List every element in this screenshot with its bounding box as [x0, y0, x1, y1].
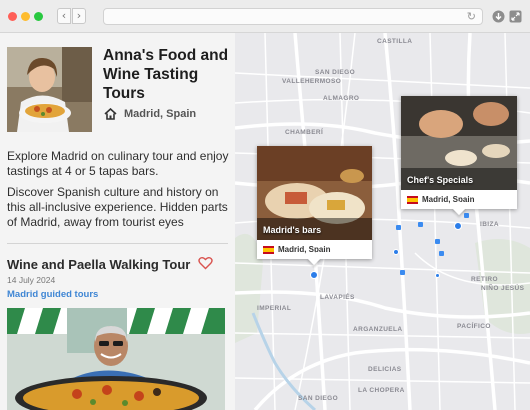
- minimize-window-button[interactable]: [21, 12, 30, 21]
- tour-title-line: Wine Tasting: [103, 66, 199, 83]
- map-card[interactable]: Madrid's bars Madrid, Spain: [257, 146, 372, 266]
- post-date: 14 July 2024: [7, 275, 56, 285]
- tour-details-panel: Anna's Food and Wine Tasting Tours Madri…: [0, 33, 235, 410]
- post-category-link[interactable]: Madrid guided tours: [7, 289, 98, 300]
- zoom-window-button[interactable]: [34, 12, 43, 21]
- address-bar[interactable]: ↻: [103, 8, 483, 25]
- map-label: LA CHOPERA: [358, 387, 405, 394]
- tour-location-text: Madrid, Spain: [124, 108, 197, 120]
- map-label: NIÑO JESÚS: [481, 285, 525, 292]
- download-icon[interactable]: [492, 10, 505, 23]
- tour-description-paragraph: Discover Spanish culture and history on …: [7, 185, 228, 229]
- tour-title: Anna's Food and Wine Tasting Tours: [103, 46, 233, 103]
- card-location: Madrid, Spain: [407, 195, 474, 204]
- map-label: IBIZA: [480, 221, 499, 228]
- map-label: SAN DIEGO: [315, 69, 356, 76]
- tour-description-paragraph: Explore Madrid on culinary tour and enjo…: [7, 149, 229, 178]
- spain-flag-icon: [263, 245, 274, 254]
- map-marker[interactable]: [393, 249, 399, 255]
- close-window-button[interactable]: [8, 12, 17, 21]
- tour-title-line: Tours: [103, 85, 145, 102]
- map-marker[interactable]: [310, 271, 318, 279]
- map-label: VALLEHERMOSO: [282, 78, 342, 85]
- map-poi[interactable]: [396, 225, 401, 230]
- spain-flag-icon: [407, 195, 418, 204]
- map-marker[interactable]: [454, 222, 462, 230]
- map-label: SAN DIEGO: [298, 395, 339, 402]
- map-label: CASTILLA: [377, 38, 413, 45]
- tour-description: Explore Madrid on culinary tour and enjo…: [7, 149, 231, 236]
- card-location: Madrid, Spain: [263, 245, 330, 254]
- heart-icon[interactable]: [198, 256, 213, 270]
- map-card[interactable]: Chef's Specials Madrid, Spain: [401, 96, 517, 216]
- expand-icon[interactable]: [509, 10, 522, 23]
- forward-button[interactable]: ›: [72, 8, 86, 24]
- tour-location: Madrid, Spain: [104, 108, 196, 120]
- map-view[interactable]: SAN DIEGO VALLEHERMOSO ALMAGRO CHAMBERÍ …: [235, 33, 530, 410]
- reload-icon[interactable]: ↻: [467, 10, 476, 23]
- post-photo[interactable]: [7, 308, 225, 410]
- guide-photo: [7, 47, 92, 132]
- back-button[interactable]: ‹: [57, 8, 71, 24]
- browser-toolbar: ‹ › ↻: [0, 0, 530, 33]
- tour-title-line: Anna's Food and: [103, 47, 229, 64]
- map-label: ARGANZUELA: [353, 326, 403, 333]
- map-poi[interactable]: [435, 239, 440, 244]
- map-poi[interactable]: [400, 270, 405, 275]
- map-poi[interactable]: [439, 251, 444, 256]
- post-title[interactable]: Wine and Paella Walking Tour: [7, 257, 190, 272]
- divider: [7, 243, 228, 244]
- map-label: IMPERIAL: [257, 305, 292, 312]
- card-location-text: Madrid, Spain: [422, 195, 475, 204]
- card-location-text: Madrid, Spain: [278, 245, 331, 254]
- map-poi[interactable]: [418, 222, 423, 227]
- home-icon: [104, 108, 117, 120]
- map-poi[interactable]: [464, 213, 469, 218]
- map-label: RETIRO: [471, 276, 498, 283]
- map-marker[interactable]: [435, 273, 440, 278]
- card-title: Chef's Specials: [407, 175, 474, 185]
- map-label: LAVAPIÉS: [320, 294, 355, 301]
- card-title: Madrid's bars: [263, 225, 322, 235]
- map-label: ALMAGRO: [323, 95, 360, 102]
- map-label: CHAMBERÍ: [285, 129, 324, 136]
- map-label: DELICIAS: [368, 366, 402, 373]
- map-label: PACÍFICO: [457, 323, 491, 330]
